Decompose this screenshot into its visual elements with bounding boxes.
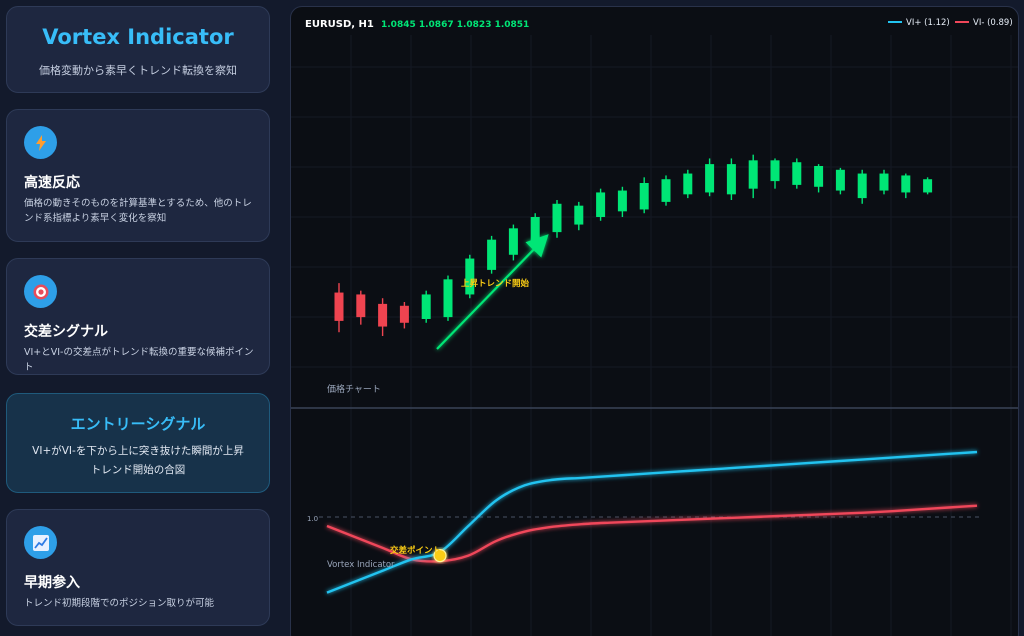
feature-desc: VI+とVI-の交差点がトレンド転換の重要な候補ポイント [24, 347, 254, 373]
candle-body [378, 303, 388, 327]
candle-body [726, 164, 736, 195]
feature-card-early: 早期参入 トレンド初期段階でのポジション取りが可能 [6, 509, 270, 626]
candle-body [399, 305, 409, 323]
vi-plus-line [326, 450, 978, 594]
candle-body [596, 192, 606, 217]
candle-body [334, 292, 344, 321]
chart-up-icon [24, 526, 57, 559]
lightning-icon [24, 126, 57, 159]
candle-body [770, 160, 780, 182]
candle-body [857, 173, 867, 199]
legend-vi-minus: VI- (0.89) [973, 18, 1013, 28]
candle-body [508, 228, 518, 255]
candle-body [923, 179, 933, 193]
candle-body [814, 166, 824, 187]
feature-card-fast: 高速反応 価格の動きそのものを計算基準とするため、他のトレンド系指標より素早く変… [6, 109, 270, 242]
ohlc-readout: 1.0845 1.0867 1.0823 1.0851 [381, 20, 529, 30]
candle-body [617, 190, 627, 212]
cross-annotation: 交差ポイント [390, 545, 441, 556]
candle-body [792, 162, 802, 185]
candle-body [356, 294, 366, 318]
vortex-label: Vortex Indicator [327, 560, 395, 570]
legend-vi-plus: VI+ (1.12) [906, 18, 950, 28]
candle-body [683, 173, 693, 195]
candle-body [443, 279, 453, 318]
chart-panel: EURUSD, H1 1.0845 1.0867 1.0823 1.0851 V… [290, 6, 1019, 636]
feature-title: 早期参入 [24, 575, 80, 591]
sidebar: Vortex Indicator 価格変動から素早くトレンド転換を察知 高速反応… [0, 0, 280, 636]
symbol-label: EURUSD, H1 [305, 19, 374, 30]
app-subtitle: 価格変動から素早くトレンド転換を察知 [39, 64, 237, 77]
trend-annotation: 上昇トレンド開始 [461, 278, 530, 289]
feature-card-cross: 交差シグナル VI+とVI-の交差点がトレンド転換の重要な候補ポイント [6, 258, 270, 375]
trading-chart: EURUSD, H1 1.0845 1.0867 1.0823 1.0851 V… [291, 18, 1018, 636]
candle-body [879, 173, 889, 191]
feature-title: 交差シグナル [24, 324, 108, 340]
legend: VI+ (1.12) VI- (0.89) [888, 18, 1013, 28]
baseline-label: 1.0 [307, 515, 318, 523]
feature-desc: トレンド初期段階でのポジション取りが可能 [24, 598, 215, 609]
candle-body [639, 183, 649, 210]
entry-signal-card: エントリーシグナル VI+がVI-を下から上に突き抜けた瞬間が上昇トレンド開始の… [6, 393, 270, 493]
candle-body [705, 164, 715, 193]
candle-body [465, 258, 475, 295]
title-card: Vortex Indicator 価格変動から素早くトレンド転換を察知 [6, 6, 270, 93]
candle-body [835, 169, 845, 191]
candle-body [552, 203, 562, 233]
feature-title: 高速反応 [24, 175, 80, 191]
candle-body [574, 205, 584, 225]
target-icon [24, 275, 57, 308]
candles [334, 154, 933, 336]
candle-body [748, 160, 758, 189]
price-chart-label: 価格チャート [327, 383, 381, 395]
candle-body [530, 217, 540, 248]
app-title: Vortex Indicator [42, 25, 234, 49]
candle-body [487, 239, 497, 270]
entry-desc: VI+がVI-を下から上に突き抜けた瞬間が上昇トレンド開始の合図 [32, 445, 244, 476]
candle-body [421, 294, 431, 319]
feature-desc: 価格の動きそのものを計算基準とするため、他のトレンド系指標より素早く変化を察知 [24, 198, 252, 224]
entry-title: エントリーシグナル [70, 415, 206, 433]
candle-body [901, 175, 911, 193]
candle-body [661, 179, 671, 202]
